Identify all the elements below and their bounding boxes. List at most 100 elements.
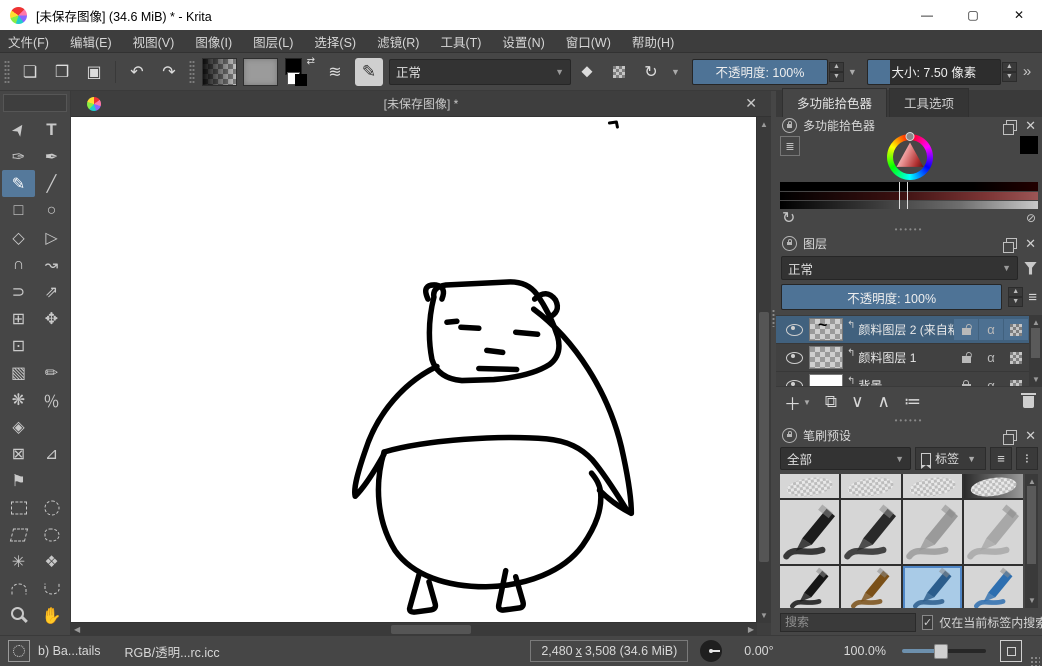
new-document-button[interactable]: ❏ — [17, 59, 43, 85]
layer-lock-icon[interactable] — [954, 347, 978, 368]
pan-tool[interactable]: ✋ — [35, 602, 68, 629]
lock-docker-icon[interactable] — [782, 118, 797, 133]
close-button[interactable]: ✕ — [996, 0, 1042, 30]
duplicate-layer-button[interactable]: ⧉ — [825, 392, 837, 412]
window-resize-grip[interactable] — [1030, 656, 1040, 666]
pattern-swatch-button[interactable] — [243, 58, 278, 86]
slider-marker[interactable] — [899, 182, 908, 209]
transform-tool[interactable]: ⊞ — [2, 305, 35, 332]
add-layer-button[interactable]: ＋▼ — [784, 390, 811, 415]
layer-thumbnail[interactable] — [809, 318, 843, 341]
layer-menu-icon[interactable]: ≡ — [1028, 290, 1037, 305]
display-mode-button[interactable]: ≡ — [990, 447, 1012, 470]
polygon-select-tool[interactable] — [2, 521, 35, 548]
value-slider[interactable] — [780, 201, 1038, 209]
crop-tool[interactable]: ⊡ — [2, 332, 35, 359]
close-document-icon[interactable]: ✕ — [745, 95, 757, 112]
zoom-slider[interactable] — [902, 649, 986, 653]
undo-button[interactable]: ↶ — [124, 59, 150, 85]
tab-tool-options[interactable]: 工具选项 — [889, 88, 969, 117]
tool-button[interactable] — [35, 413, 68, 440]
brush-preset-hint[interactable]: b) Ba...tails — [38, 644, 101, 658]
current-color-swatch[interactable] — [1020, 136, 1038, 154]
layer-blend-mode-dropdown[interactable]: 正常▼ — [781, 256, 1018, 280]
scroll-left-icon[interactable]: ◀ — [74, 625, 80, 634]
tool-button[interactable] — [35, 467, 68, 494]
similar-select-tool[interactable]: ❖ — [35, 548, 68, 575]
search-in-tag-checkbox[interactable]: ✓ — [922, 615, 933, 630]
inherit-alpha-icon[interactable] — [1004, 347, 1028, 368]
close-docker-icon[interactable]: ✕ — [1025, 429, 1036, 442]
alpha-lock-icon[interactable]: α — [979, 375, 1003, 386]
layer-thumbnail[interactable] — [809, 374, 843, 386]
contiguous-select-tool[interactable]: ✳ — [2, 548, 35, 575]
layer-row[interactable]: ↰ 颜料图层 1 α — [776, 344, 1042, 372]
filter-icon[interactable] — [1024, 262, 1037, 275]
menu-item[interactable]: 窗口(W) — [566, 32, 611, 51]
outline-select-tool[interactable] — [35, 521, 68, 548]
brush-preset[interactable] — [964, 566, 1023, 608]
color-history-button[interactable]: ≣ — [780, 136, 800, 156]
float-docker-icon[interactable] — [1006, 238, 1017, 249]
menu-item[interactable]: 文件(F) — [8, 32, 49, 51]
no-color-icon[interactable]: ⊘ — [1026, 211, 1036, 225]
freehand-path-tool[interactable]: ↝ — [35, 251, 68, 278]
color-sampler-tool[interactable]: ✏ — [35, 359, 68, 386]
brush-search-input[interactable] — [780, 613, 916, 632]
tool-button[interactable] — [35, 332, 68, 359]
edit-brush-settings-button[interactable]: ✎ — [355, 58, 383, 86]
toolbox-drag-handle[interactable] — [3, 94, 67, 112]
maximize-button[interactable]: ▢ — [950, 0, 996, 30]
multibrush-tool[interactable]: ⇗ — [35, 278, 68, 305]
zoom-percentage[interactable]: 100.0% — [844, 644, 886, 658]
saturation-slider[interactable] — [780, 192, 1038, 200]
smart-patch-tool[interactable]: ❋ — [2, 386, 35, 413]
polygon-tool[interactable]: ◇ — [2, 224, 35, 251]
brush-size-slider[interactable]: 大小: 7.50 像素 — [867, 59, 1001, 85]
color-component-sliders[interactable] — [780, 182, 1038, 209]
brush-preset[interactable] — [780, 474, 839, 498]
menu-item[interactable]: 帮助(H) — [632, 32, 674, 51]
edit-shapes-tool[interactable]: ✑ — [2, 143, 35, 170]
polyline-tool[interactable]: ▷ — [35, 224, 68, 251]
horizontal-scrollbar[interactable]: ◀ ▶ — [71, 622, 757, 636]
chevron-down-icon[interactable]: ▼ — [848, 67, 857, 77]
measure-tool[interactable]: ⊠ — [2, 440, 35, 467]
rotation-angle[interactable]: 0.00° — [744, 644, 773, 658]
magnetic-select-tool[interactable] — [35, 575, 68, 602]
zoom-tool[interactable] — [2, 602, 35, 629]
toolbar-grip[interactable] — [4, 60, 10, 84]
layer-visibility-icon[interactable] — [786, 324, 803, 336]
foreground-background-colors[interactable]: ⇄ — [285, 58, 315, 86]
calligraphy-tool[interactable]: ✒ — [35, 143, 68, 170]
layer-opacity-slider[interactable]: 不透明度: 100% — [781, 284, 1002, 310]
canvas-rotation-dial[interactable] — [700, 640, 722, 662]
eraser-mode-button[interactable]: ⬥ — [574, 59, 600, 85]
bezier-select-tool[interactable] — [2, 575, 35, 602]
freehand-brush-tool[interactable]: ✎ — [2, 170, 35, 197]
move-tool[interactable]: ✥ — [35, 305, 68, 332]
brush-preset[interactable] — [841, 500, 900, 564]
menu-item[interactable]: 工具(T) — [440, 32, 481, 51]
opacity-spinner[interactable]: ▲▼ — [829, 62, 844, 82]
brush-preset[interactable] — [841, 566, 900, 608]
dynamic-brush-tool[interactable]: ⊃ — [2, 278, 35, 305]
ellipse-tool[interactable]: ○ — [35, 197, 68, 224]
close-docker-icon[interactable]: ✕ — [1025, 237, 1036, 250]
rectangle-tool[interactable]: □ — [2, 197, 35, 224]
brush-preset[interactable] — [780, 500, 839, 564]
ellipse-select-tool[interactable] — [35, 494, 68, 521]
brush-filter-dropdown[interactable]: 全部▼ — [780, 447, 911, 470]
menu-item[interactable]: 图像(I) — [195, 32, 232, 51]
lock-docker-icon[interactable] — [782, 428, 797, 443]
menu-item[interactable]: 视图(V) — [133, 32, 175, 51]
vertical-scrollbar-thumb[interactable] — [759, 312, 769, 562]
color-wheel[interactable] — [887, 134, 933, 180]
lock-docker-icon[interactable] — [782, 236, 797, 251]
brush-preset[interactable] — [841, 474, 900, 498]
reference-images-tool[interactable]: ⚑ — [2, 467, 35, 494]
brush-preset[interactable] — [964, 500, 1023, 564]
line-tool[interactable]: ╱ — [35, 170, 68, 197]
preset-details-button[interactable]: ⁝ — [1016, 447, 1038, 470]
vertical-scrollbar[interactable]: ▲ ▼ — [756, 117, 771, 623]
